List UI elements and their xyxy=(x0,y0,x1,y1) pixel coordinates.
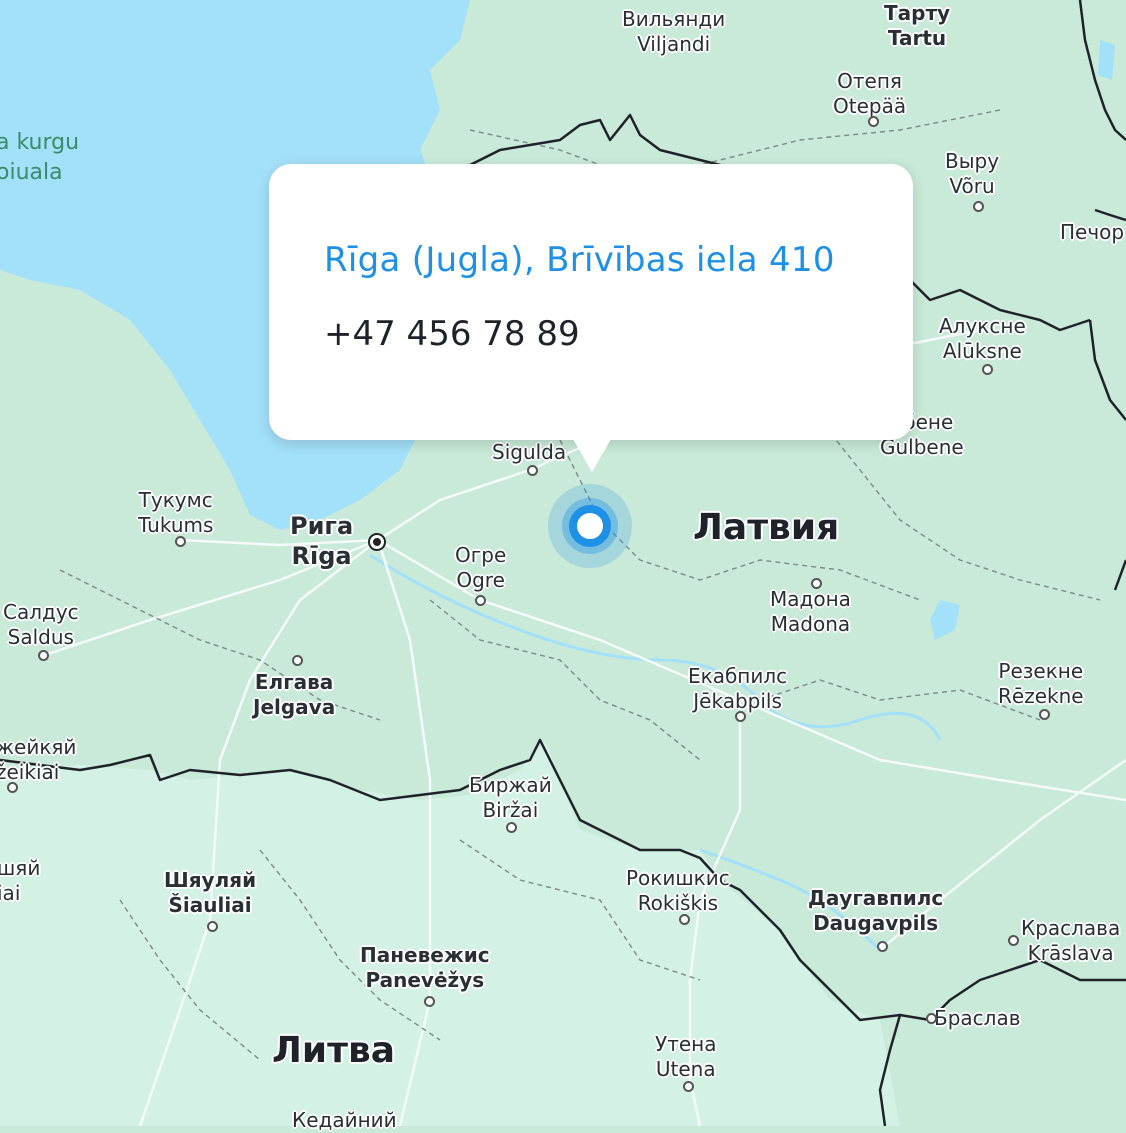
city-dot-voru xyxy=(973,201,984,212)
city-riga[interactable]: Рига Rīga xyxy=(290,511,353,571)
city-panevezys[interactable]: Паневежис Panevėžys xyxy=(360,943,490,993)
country-lithuania: Литва xyxy=(272,1030,396,1071)
city-birzai[interactable]: Биржай Biržai xyxy=(469,773,552,823)
city-siauliai[interactable]: Шяуляй Šiauliai xyxy=(164,868,256,918)
city-dot-daugavpils xyxy=(877,941,888,952)
location-marker[interactable] xyxy=(548,484,632,568)
city-dot-saldus xyxy=(38,650,49,661)
city-saldus[interactable]: Салдус Saldus xyxy=(3,600,79,650)
city-dot-mazeikiai xyxy=(7,782,18,793)
city-dot-jelgava xyxy=(292,655,303,666)
city-otepaa[interactable]: Отепя Otepää xyxy=(833,69,906,119)
city-jelgava[interactable]: Елгава Jelgava xyxy=(253,670,335,720)
city-aluksne[interactable]: Алуксне Alūksne xyxy=(939,314,1026,364)
city-kraslava[interactable]: Краслава Krāslava xyxy=(1021,916,1120,966)
city-dot-aluksne xyxy=(982,364,993,375)
city-ogre[interactable]: Огре Ogre xyxy=(455,543,506,593)
city-tartu[interactable]: Тарту Tartu xyxy=(884,1,950,51)
capital-dot-riga xyxy=(368,533,386,551)
city-dot-siauliai xyxy=(207,921,218,932)
city-dot-birzai xyxy=(506,822,517,833)
city-daugavpils[interactable]: Даугавпилс Daugavpils xyxy=(808,886,943,936)
city-kedainiai[interactable]: Кедайний xyxy=(292,1108,397,1133)
city-braslav[interactable]: Браслав xyxy=(934,1006,1021,1031)
city-dot-rokiskis xyxy=(679,914,690,925)
city-dot-rezekne xyxy=(1039,709,1050,720)
city-pechory[interactable]: Печор xyxy=(1060,220,1124,245)
city-madona[interactable]: Мадона Madona xyxy=(770,587,851,637)
popup-address[interactable]: Rīga (Jugla), Brīvības iela 410 xyxy=(324,240,835,280)
city-jekabpils[interactable]: Екабпилс Jēkabpils xyxy=(688,664,787,714)
city-dot-ogre xyxy=(475,595,486,606)
city-dot-sigulda xyxy=(527,465,538,476)
city-dot-utena xyxy=(683,1081,694,1092)
water-label: a kurgu oiuala xyxy=(0,130,80,185)
city-viljandi[interactable]: Вильянди Viljandi xyxy=(622,7,725,57)
city-rezekne[interactable]: Резекне Rēzekne xyxy=(998,659,1084,709)
location-popup[interactable]: Rīga (Jugla), Brīvības iela 410 +47 456 … xyxy=(269,164,913,472)
city-dot-braslav xyxy=(926,1013,937,1024)
city-dot-kraslava xyxy=(1008,935,1019,946)
city-siauliai-partial[interactable]: шяйiai xyxy=(0,856,40,906)
city-dot-panevezys xyxy=(424,996,435,1007)
city-rokiskis[interactable]: Рокишкис Rokiškis xyxy=(626,866,730,916)
city-dot-tukums xyxy=(175,536,186,547)
city-mazeikiai[interactable]: жейкяй žeikiai xyxy=(0,735,76,785)
city-sigulda[interactable]: Sigulda xyxy=(492,440,566,465)
city-tukums[interactable]: Тукумс Tukums xyxy=(138,488,213,538)
country-latvia: Латвия xyxy=(693,507,840,548)
city-voru[interactable]: Выру Võru xyxy=(945,149,999,199)
city-utena[interactable]: Утена Utena xyxy=(655,1032,716,1082)
location-pin-icon xyxy=(569,505,611,547)
city-dot-otepaa xyxy=(868,116,879,127)
popup-phone[interactable]: +47 456 78 89 xyxy=(324,314,580,354)
city-dot-jekabpils xyxy=(735,711,746,722)
